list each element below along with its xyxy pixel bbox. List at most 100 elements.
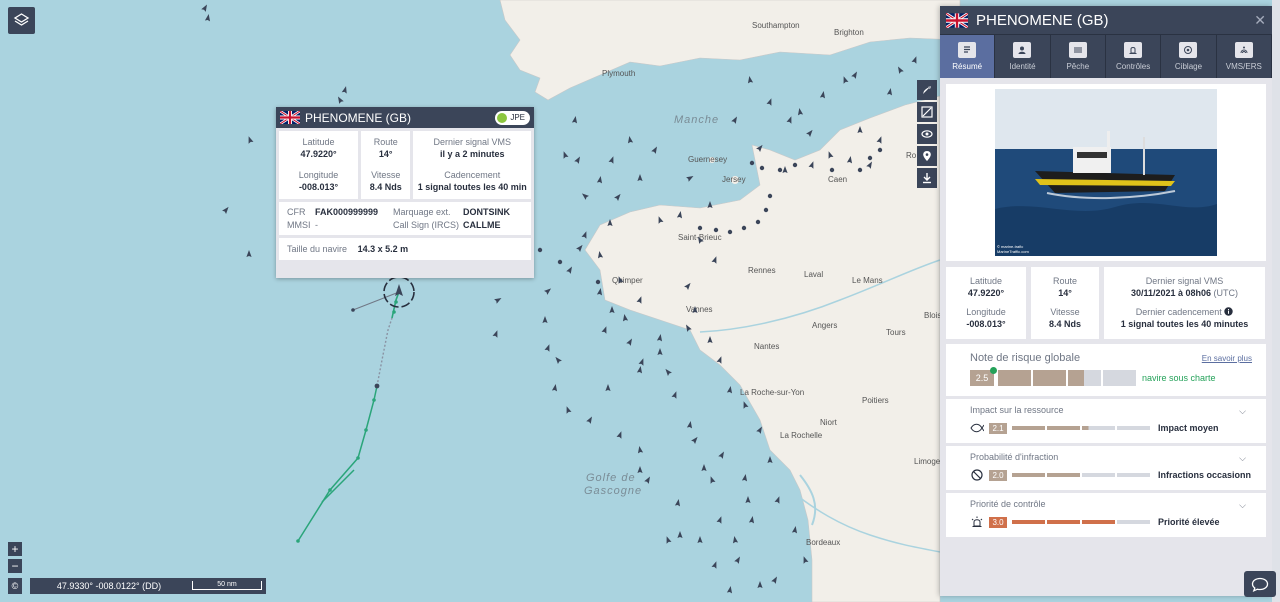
eye-icon <box>921 130 933 138</box>
chevron-down-icon[interactable]: ⌵ <box>1239 500 1246 511</box>
summary-icon <box>958 42 977 58</box>
vessel-dot[interactable] <box>792 162 798 168</box>
vessel-dot[interactable] <box>749 160 755 166</box>
place-label: Tours <box>886 328 906 337</box>
pin-button[interactable] <box>917 146 937 166</box>
tab-identite[interactable]: Identité <box>995 35 1051 78</box>
coordinates-readout[interactable]: 47.9330° -008.0122° (DD) <box>30 578 188 594</box>
vessel-dot[interactable] <box>727 229 733 235</box>
tab-peche[interactable]: Pêche <box>1051 35 1106 78</box>
visibility-button[interactable] <box>917 124 937 144</box>
panel-signal-box: Dernier signal VMS 30/11/2021 à 08h06 (U… <box>1104 267 1265 339</box>
measure-button[interactable] <box>917 102 937 122</box>
cfr-value: FAK000999999 <box>315 207 379 217</box>
vessel-photo-frame: © marine-trafic MarineTraffic.com <box>946 84 1266 261</box>
vessel-photo[interactable]: © marine-trafic MarineTraffic.com <box>995 89 1217 256</box>
signal-value: 30/11/2021 à 08h06 <box>1130 288 1212 298</box>
mmsi-value: - <box>315 220 318 230</box>
gauge-segment <box>1117 520 1150 524</box>
layers-button[interactable] <box>8 7 35 34</box>
vessel-dot[interactable] <box>741 225 747 231</box>
callsign-label: Call Sign (IRCS) <box>393 220 460 230</box>
popup-signal-box: Dernier signal VMS il y a 2 minutes Cade… <box>413 131 531 199</box>
place-label: Le Mans <box>852 276 883 285</box>
rocket-button[interactable] <box>917 80 937 100</box>
size-value: 14.3 x 5.2 m <box>357 244 409 254</box>
tab-resume[interactable]: Résumé <box>940 35 996 78</box>
signal-row: 30/11/2021 à 08h06 (UTC) <box>1106 287 1263 300</box>
download-button[interactable] <box>917 168 937 188</box>
photo-caption: © marine-trafic MarineTraffic.com <box>997 244 1029 254</box>
gauge-segment <box>998 370 1031 386</box>
vessel-dot[interactable] <box>713 227 719 233</box>
tab-ciblage[interactable]: Ciblage <box>1161 35 1217 78</box>
place-label: Poitiers <box>862 396 889 405</box>
place-label: Guernesey <box>688 155 727 164</box>
gauge-segment <box>1068 370 1101 386</box>
gauge-segment <box>1082 520 1115 524</box>
risk-card: Note de risque globale En savoir plus 2.… <box>946 344 1266 396</box>
speed-label: Vitesse <box>371 170 401 180</box>
vessel-dot[interactable] <box>867 155 873 161</box>
tab-controles[interactable]: Contrôles <box>1106 35 1162 78</box>
place-label: Nantes <box>754 342 779 351</box>
vessel-dot[interactable] <box>697 225 703 231</box>
subscore-label: Priorité élevée <box>1158 517 1220 527</box>
mmsi-label: MMSI <box>287 220 311 230</box>
vessel-dot[interactable] <box>877 147 883 153</box>
size-label: Taille du navire <box>287 244 348 254</box>
zoom-in-button[interactable]: + <box>8 542 22 556</box>
copyright-icon[interactable]: © <box>8 578 22 594</box>
subscore-value: 3.0 <box>989 516 1007 528</box>
sea-label-gascogne: Gascogne <box>584 485 642 497</box>
vms-icon <box>1234 42 1253 58</box>
gauge-segment <box>1012 520 1045 524</box>
chevron-down-icon[interactable]: ⌵ <box>1239 406 1246 417</box>
learn-more-link[interactable]: En savoir plus <box>1202 354 1252 363</box>
sea-label-manche: Manche <box>674 114 719 126</box>
gauge-segment <box>1047 426 1080 430</box>
vessel-dot[interactable] <box>767 193 773 199</box>
subscore-card[interactable]: Impact sur la ressource ⌵ 2.1 Impact moy… <box>946 399 1266 443</box>
speed-value: 8.4 Nds <box>369 182 402 192</box>
gauge-segment <box>1012 426 1045 430</box>
fishing-icon <box>1068 42 1087 58</box>
vessel-dot[interactable] <box>763 207 769 213</box>
photo-source: MarineTraffic.com <box>997 249 1029 254</box>
close-icon[interactable]: ✕ <box>1254 12 1266 29</box>
tab-vms-ers[interactable]: VMS/ERS <box>1217 35 1272 78</box>
latitude-value: 47.9220° <box>300 149 337 159</box>
speed-value: 8.4 Nds <box>1048 319 1081 329</box>
subscore-card[interactable]: Probabilité d'infraction ⌵ 2.0 Infractio… <box>946 446 1266 490</box>
popup-size: Taille du navire 14.3 x 5.2 m <box>279 238 531 260</box>
chevron-down-icon[interactable]: ⌵ <box>1239 453 1246 464</box>
info-icon[interactable] <box>1224 307 1233 316</box>
vessel-dot[interactable] <box>595 279 601 285</box>
callsign-value: CALLME <box>463 220 501 230</box>
signal-label: Dernier signal VMS <box>433 137 511 147</box>
vessel-dot[interactable] <box>857 167 863 173</box>
rocket-icon <box>923 86 931 94</box>
panel-coords-box: Latitude 47.9220° Longitude -008.013° <box>946 267 1026 339</box>
vessel-dot[interactable] <box>777 167 783 173</box>
panel-header: PHENOMENE (GB) ✕ <box>940 6 1272 34</box>
gauge-segment <box>1047 520 1080 524</box>
subscore-card[interactable]: Priorité de contrôle ⌵ 3.0 Priorité élev… <box>946 493 1266 537</box>
vessel-dot[interactable] <box>755 219 761 225</box>
vessel-photo-image <box>995 89 1217 256</box>
route-value: 14° <box>1058 288 1072 298</box>
vessel-popup: PHENOMENE (GB) JPE Latitude 47.9220° Lon… <box>276 107 534 278</box>
jpe-badge: JPE <box>495 110 530 125</box>
vessel-dot[interactable] <box>557 259 563 265</box>
vessel-dot[interactable] <box>759 165 765 171</box>
gauge-segment <box>1047 473 1080 477</box>
vessel-dot[interactable] <box>537 247 543 253</box>
vessel-dot[interactable] <box>829 167 835 173</box>
place-label: La Roche-sur-Yon <box>740 388 804 397</box>
zoom-out-button[interactable]: − <box>8 559 22 573</box>
place-label: Bordeaux <box>806 538 840 547</box>
gauge-segment <box>1012 473 1045 477</box>
chat-button[interactable] <box>1244 571 1276 597</box>
popup-identity: CFR FAK000999999 Marquage ext. DONTSINK … <box>279 202 531 235</box>
subscore-value: 2.1 <box>989 422 1007 434</box>
